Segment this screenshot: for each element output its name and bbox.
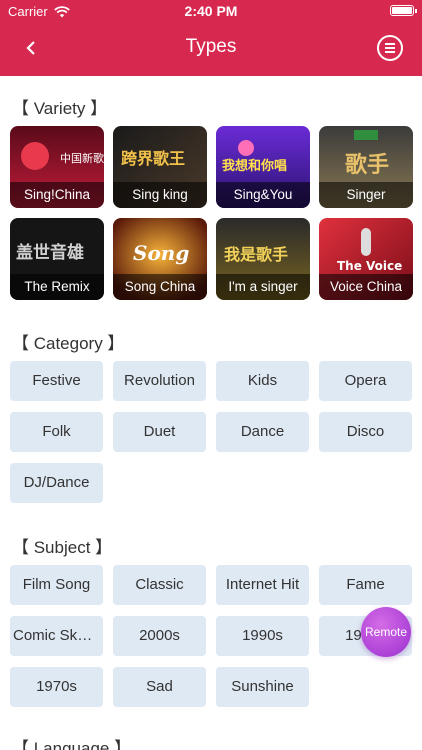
variety-card-voice-china[interactable]: The Voice Voice China xyxy=(319,218,413,300)
subject-chip-sunshine[interactable]: Sunshine xyxy=(216,667,309,707)
types-content[interactable]: 【 Variety 】 中国新歌声 Sing!China 跨界歌王 Sing k… xyxy=(0,76,422,750)
subject-chip-2000s[interactable]: 2000s xyxy=(113,616,206,656)
section-title-subject: 【 Subject 】 xyxy=(12,538,113,557)
variety-card-label: The Remix xyxy=(10,274,104,300)
sing-you-art-text: 我想和你唱 xyxy=(222,158,287,174)
header: Carrier 2:40 PM Types xyxy=(0,0,422,76)
variety-card-label: Sing king xyxy=(113,182,207,208)
variety-card-sing-you[interactable]: 我想和你唱 Sing&You xyxy=(216,126,310,208)
variety-card-song-china[interactable]: Song Song China xyxy=(113,218,207,300)
variety-card-label: Singer xyxy=(319,182,413,208)
status-time: 2:40 PM xyxy=(184,3,238,19)
variety-card-label: Song China xyxy=(113,274,207,300)
category-chip-dj-dance[interactable]: DJ/Dance xyxy=(10,463,103,503)
subject-chip-1990s[interactable]: 1990s xyxy=(216,616,309,656)
the-remix-art-text: 盖世音雄 xyxy=(16,242,84,263)
status-bar: Carrier 2:40 PM xyxy=(0,0,422,22)
menu-button[interactable] xyxy=(377,35,403,61)
variety-card-label: Voice China xyxy=(319,274,413,300)
sing-china-art-text: 中国新歌声 xyxy=(60,151,104,165)
variety-card-im-a-singer[interactable]: 我是歌手 I'm a singer xyxy=(216,218,310,300)
subject-chip-film-song[interactable]: Film Song xyxy=(10,565,103,605)
variety-card-label: I'm a singer xyxy=(216,274,310,300)
category-chip-dance[interactable]: Dance xyxy=(216,412,309,452)
variety-card-singer[interactable]: 歌手 Singer xyxy=(319,126,413,208)
subject-chip-1970s[interactable]: 1970s xyxy=(10,667,103,707)
sing-king-art-text: 跨界歌王 xyxy=(121,149,185,168)
category-chip-opera[interactable]: Opera xyxy=(319,361,412,401)
variety-card-label: Sing&You xyxy=(216,182,310,208)
variety-card-the-remix[interactable]: 盖世音雄 The Remix xyxy=(10,218,104,300)
variety-card-sing-china[interactable]: 中国新歌声 Sing!China xyxy=(10,126,104,208)
im-a-singer-art-text: 我是歌手 xyxy=(224,245,288,264)
category-chip-folk[interactable]: Folk xyxy=(10,412,103,452)
voice-china-art-text: The Voice xyxy=(337,259,402,273)
singer-art-text: 歌手 xyxy=(345,152,389,178)
subject-chip-fame[interactable]: Fame xyxy=(319,565,412,605)
menu-line xyxy=(385,47,395,49)
battery-icon xyxy=(390,5,417,16)
remote-button[interactable]: Remote xyxy=(361,607,411,657)
variety-card-sing-king[interactable]: 跨界歌王 Sing king xyxy=(113,126,207,208)
menu-line xyxy=(385,43,395,45)
category-chip-duet[interactable]: Duet xyxy=(113,412,206,452)
song-china-art-text: Song xyxy=(133,241,189,265)
menu-line xyxy=(385,51,395,53)
variety-card-label: Sing!China xyxy=(10,182,104,208)
page-title: Types xyxy=(185,36,237,57)
category-chip-disco[interactable]: Disco xyxy=(319,412,412,452)
section-title-variety: 【 Variety 】 xyxy=(12,99,108,118)
subject-chip-classic[interactable]: Classic xyxy=(113,565,206,605)
category-chip-festive[interactable]: Festive xyxy=(10,361,103,401)
subject-chip-comic-sketch[interactable]: Comic Sket... xyxy=(10,616,103,656)
navigation-bar: Types xyxy=(0,22,422,76)
subject-chip-sad[interactable]: Sad xyxy=(113,667,206,707)
subject-chip-internet-hit[interactable]: Internet Hit xyxy=(216,565,309,605)
category-chip-revolution[interactable]: Revolution xyxy=(113,361,206,401)
section-title-category: 【 Category 】 xyxy=(12,334,125,353)
category-chip-kids[interactable]: Kids xyxy=(216,361,309,401)
section-title-language: 【 Language 】 xyxy=(12,739,132,750)
